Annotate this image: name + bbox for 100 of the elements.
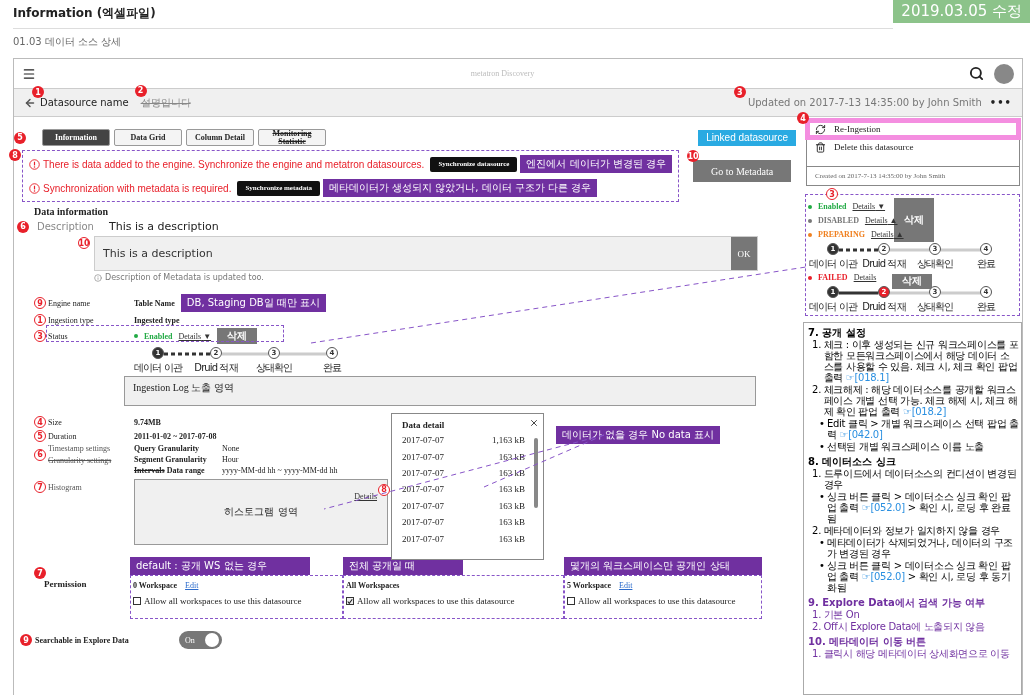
- close-icon[interactable]: [529, 418, 539, 428]
- menu-icon[interactable]: [22, 66, 36, 81]
- search-icon[interactable]: [969, 66, 984, 81]
- list-number: •: [819, 560, 825, 573]
- annotation-note: 데이터가 없을 경우 No data 표시: [556, 426, 721, 444]
- tab[interactable]: Information: [42, 129, 110, 146]
- size-cell: 163 kB: [498, 500, 525, 511]
- edit-link[interactable]: Edit: [185, 581, 199, 590]
- size-cell: 163 kB: [498, 533, 525, 544]
- checkbox[interactable]: [346, 597, 354, 605]
- field-value: Ingested type: [134, 315, 180, 325]
- menu-item[interactable]: Re-Ingestion: [807, 120, 1019, 138]
- step-label: 상태확인: [915, 300, 955, 314]
- checkbox[interactable]: [567, 597, 575, 605]
- details-link[interactable]: Details ▼: [852, 202, 886, 211]
- description-input[interactable]: This is a description OK: [94, 236, 758, 271]
- field-value: 9.74MB: [134, 417, 161, 427]
- note-text: 기본 On: [823, 609, 860, 620]
- reference-link[interactable]: ☞[042.0]: [839, 429, 883, 440]
- annotation-marker: 7: [34, 481, 46, 493]
- step-label: 데이터 이관: [808, 300, 859, 314]
- checkbox-label: Allow all workspaces to use this datasource: [357, 596, 515, 606]
- list-number: 1.: [812, 609, 822, 620]
- setting-value: Hour: [222, 455, 239, 464]
- checkbox[interactable]: [133, 597, 141, 605]
- checkbox-label: Allow all workspaces to use this datasource: [144, 596, 302, 606]
- note-text: 드루이드에서 데이터소스의 컨디션이 변경된 경우: [823, 468, 1018, 490]
- workspace-count: 5 Workspace: [567, 581, 612, 590]
- trash-icon: [815, 141, 826, 153]
- date-cell: 2017-07-07: [402, 484, 444, 495]
- edit-link[interactable]: Edit: [619, 581, 633, 590]
- field-value: 2011-01-02 ~ 2017-07-08: [134, 431, 217, 441]
- list-number: •: [819, 491, 825, 504]
- date-cell: 2017-07-07: [402, 467, 444, 478]
- reference-link[interactable]: ☞[018.1]: [845, 372, 889, 383]
- step-label: 완료: [975, 300, 997, 314]
- list-number: 1.: [812, 468, 822, 481]
- reference-link[interactable]: ☞[052.0]: [861, 571, 905, 582]
- size-cell: 163 kB: [498, 484, 525, 495]
- workspace-count: All Workspaces: [346, 581, 400, 590]
- reference-link[interactable]: ☞[052.0]: [861, 502, 905, 513]
- setting-value: yyyy-MM-dd hh ~ yyyy-MM-dd hh: [222, 466, 338, 475]
- details-link[interactable]: Details: [354, 492, 377, 501]
- field-label: Description: [37, 221, 95, 232]
- annotation-note: 엔진에서 데이터가 변경된 경우: [520, 155, 673, 173]
- annotation-marker: 3: [34, 330, 46, 342]
- note-heading: 9. Explore Data에서 검색 가능 여부: [808, 597, 987, 608]
- scrollbar: [534, 438, 538, 508]
- size-cell: 1,163 kB: [492, 435, 525, 446]
- status-text: Enabled: [144, 331, 173, 341]
- list-number: 2.: [812, 621, 822, 632]
- annotation-marker: 9: [20, 634, 32, 646]
- step-label: 상태확인: [254, 361, 294, 375]
- menu-item[interactable]: Delete this datasource: [807, 138, 1019, 156]
- ok-button[interactable]: OK: [731, 237, 757, 270]
- histogram-placeholder-text: 히스토그램 영역: [224, 505, 298, 519]
- annotation-marker: 3: [733, 86, 746, 98]
- note-text: 클릭시 해당 메타데이터 상세화면으로 이동: [823, 648, 1010, 659]
- annotation-marker: 10: [687, 150, 700, 162]
- field-label: Duration: [48, 431, 77, 441]
- annotation-marker: 8: [9, 149, 21, 161]
- delete-note: 삭제: [892, 273, 932, 289]
- status-text: DISABLED: [818, 216, 859, 225]
- details-link[interactable]: Details ▲: [864, 216, 898, 225]
- step-label: 완료: [975, 257, 997, 271]
- description-text: This is a description: [109, 220, 219, 233]
- details-link[interactable]: Details: [853, 273, 877, 282]
- annotation-marker: 1: [34, 314, 46, 326]
- annotation-note: default : 공개 WS 없는 경우: [130, 557, 310, 575]
- go-to-metadata-button[interactable]: Go to Metadata: [693, 160, 792, 182]
- page-subtitle: 01.03 데이터 소스 상세: [13, 35, 123, 49]
- status-text: FAILED: [818, 273, 848, 282]
- field-label: Size: [48, 417, 62, 427]
- note-heading: 10. 메타데이터 이동 버튼: [808, 636, 928, 647]
- size-cell: 163 kB: [498, 451, 525, 462]
- list-number: 1.: [812, 648, 822, 659]
- avatar[interactable]: [994, 63, 1014, 84]
- annotation-marker: 5: [14, 131, 26, 144]
- field-label: Searchable in Explore Data: [35, 635, 130, 645]
- popup-title: Data detail: [402, 420, 446, 430]
- date-cell: 2017-07-07: [402, 533, 444, 544]
- details-link[interactable]: Details ▲: [870, 230, 904, 239]
- step-label: Druid 적재: [861, 300, 907, 314]
- more-options[interactable]: •••: [989, 97, 1012, 108]
- step-label: 데이터 이관: [133, 361, 184, 375]
- tab[interactable]: Data Grid: [114, 129, 182, 146]
- annotation-marker: 4: [34, 416, 46, 428]
- note-text: 체크해제 : 해당 데이터소스를 공개할 워크스페이스 개별 선택 가능. 체크 해제 시, 체크 해제 확인 팝업 출력 ☞[018.2]: [823, 384, 1019, 417]
- step-label: 데이터 이관: [808, 257, 859, 271]
- tab[interactable]: Monitoring Statistic: [258, 129, 326, 146]
- page-title: Information (엑셀파일): [13, 5, 893, 29]
- setting-name: Query Granularity: [134, 444, 200, 453]
- toggle-switch[interactable]: On: [179, 631, 222, 649]
- back-arrow-icon[interactable]: [24, 96, 36, 109]
- tab[interactable]: Column Detail: [186, 129, 254, 146]
- reference-link[interactable]: ☞[018.2]: [903, 406, 946, 417]
- field-label: Status: [48, 331, 68, 341]
- datasource-name: Datasource name: [40, 97, 129, 108]
- list-number: •: [819, 537, 825, 550]
- details-link[interactable]: Details ▼: [178, 331, 212, 341]
